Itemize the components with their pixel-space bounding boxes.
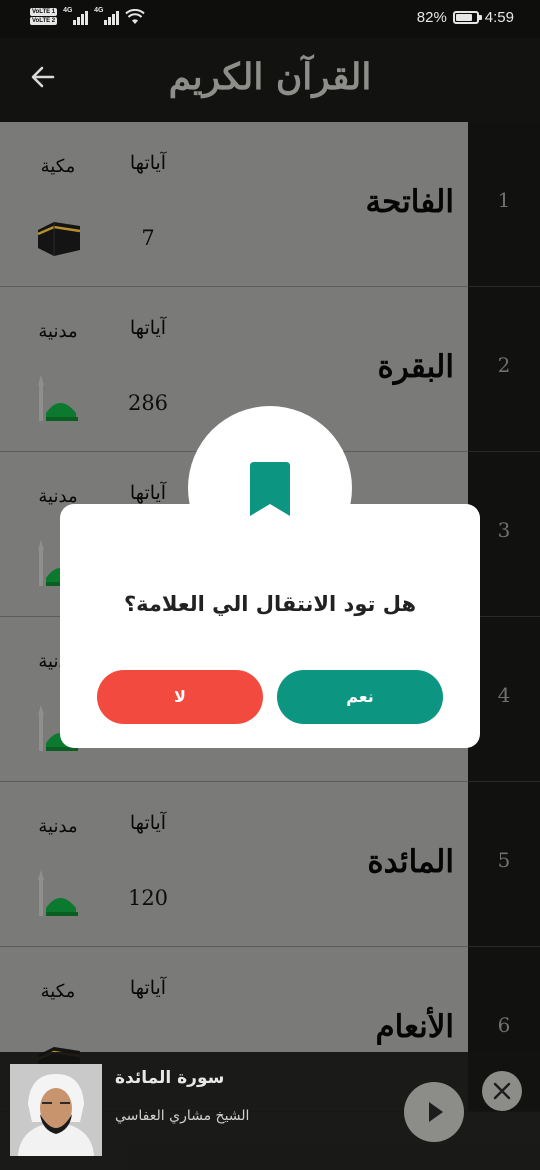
player-subtitle: الشيخ مشاري العفاسي	[115, 1108, 250, 1124]
player-title: سورة المائدة	[115, 1068, 225, 1088]
bookmark-icon	[248, 460, 292, 518]
close-player-button[interactable]	[482, 1071, 522, 1111]
dialog-message: هل تود الانتقال الي العلامة؟	[123, 592, 417, 616]
close-icon	[493, 1082, 511, 1100]
play-icon	[429, 1102, 443, 1122]
reciter-avatar	[10, 1064, 102, 1156]
mini-player[interactable]: سورة المائدة الشيخ مشاري العفاسي	[0, 1052, 540, 1170]
yes-button[interactable]: نعم	[277, 670, 443, 724]
play-button[interactable]	[404, 1082, 464, 1142]
no-button[interactable]: لا	[97, 670, 263, 724]
